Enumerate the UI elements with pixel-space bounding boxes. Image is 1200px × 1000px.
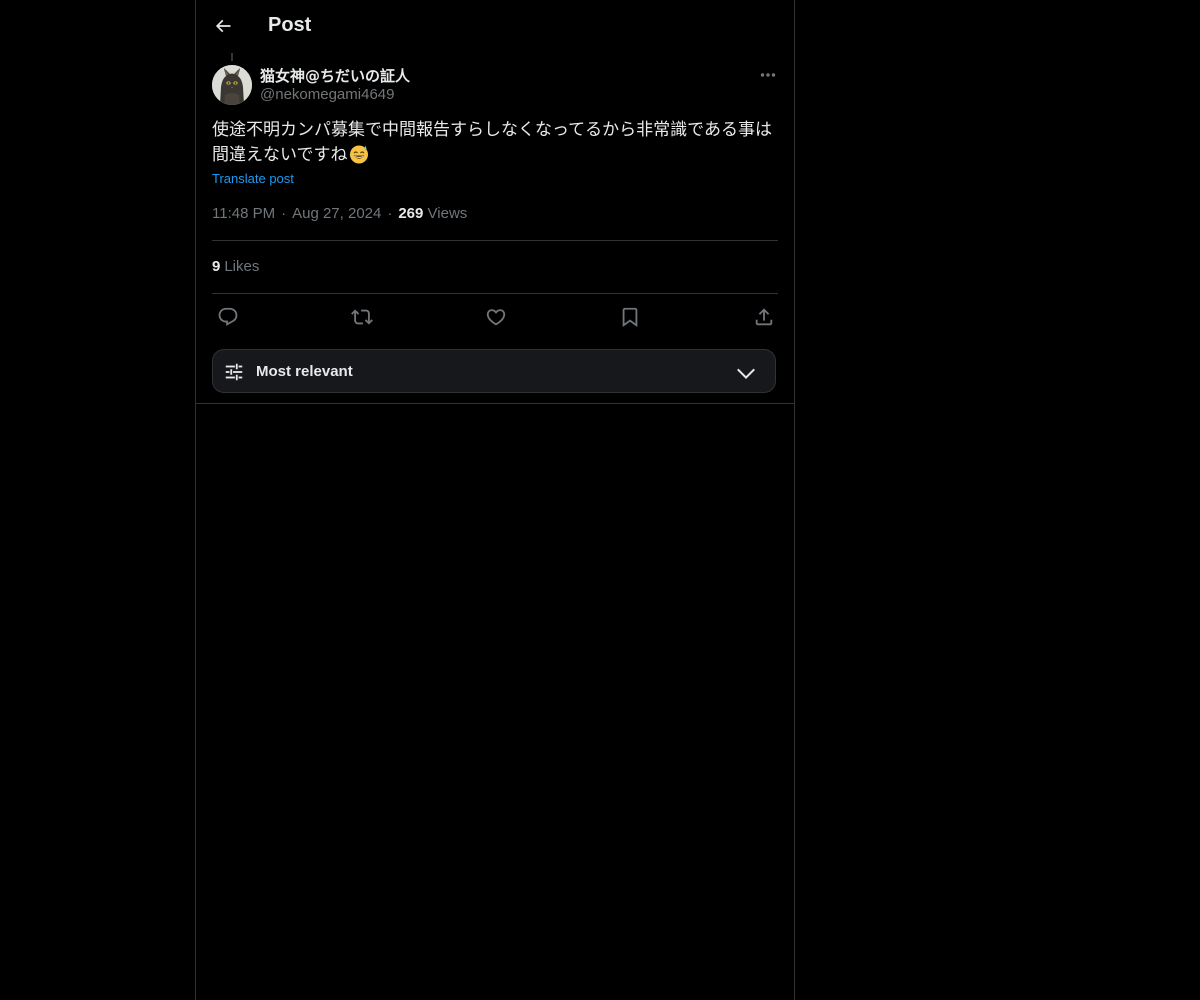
repost-button[interactable]	[350, 305, 374, 329]
meta-separator: ·	[281, 205, 287, 222]
author-handle[interactable]: @nekomegami4649	[260, 86, 394, 103]
section-divider	[196, 403, 794, 404]
likes-label: Likes	[224, 258, 260, 275]
cat-avatar	[212, 65, 252, 105]
bookmark-button[interactable]	[618, 305, 642, 329]
post-time[interactable]: 11:48 PM	[212, 205, 275, 222]
grinning-sweat-emoji	[349, 145, 368, 164]
post-meta: 11:48 PM · Aug 27, 2024 · 269 Views	[212, 205, 467, 222]
post-date[interactable]: Aug 27, 2024	[292, 205, 381, 222]
repost-icon	[351, 309, 373, 325]
sort-label: Most relevant	[256, 363, 353, 380]
divider	[212, 293, 778, 294]
like-icon	[486, 309, 506, 326]
chevron-down-icon	[737, 368, 755, 380]
translate-post-link[interactable]: Translate post	[212, 171, 294, 186]
share-icon	[755, 308, 773, 326]
reply-icon	[218, 307, 238, 326]
divider	[212, 240, 778, 241]
arrow-left-icon	[215, 19, 231, 33]
main-column: Post 猫女神@ちだいの証人 @nekomegami4649 使途不明カンパ募…	[195, 0, 795, 1000]
sort-replies-dropdown[interactable]: Most relevant	[212, 349, 776, 393]
avatar[interactable]	[212, 65, 252, 105]
post-body: 使途不明カンパ募集で中間報告すらしなくなってるから非常識である事は間違えないです…	[212, 120, 772, 165]
bookmark-icon	[622, 307, 638, 328]
author-name[interactable]: 猫女神@ちだいの証人	[260, 65, 410, 86]
views-label: Views	[427, 205, 468, 222]
likes-stat[interactable]: 9 Likes	[212, 258, 259, 275]
share-button[interactable]	[752, 305, 776, 329]
sliders-icon	[225, 363, 243, 381]
back-button[interactable]	[208, 11, 238, 41]
header: Post	[196, 0, 794, 53]
post-text: 使途不明カンパ募集で中間報告すらしなくなってるから非常識である事は間違えないです…	[212, 118, 778, 168]
likes-count: 9	[212, 258, 221, 275]
views-count: 269	[398, 205, 424, 222]
more-options-button[interactable]	[756, 64, 780, 86]
page-title: Post	[268, 14, 312, 36]
like-button[interactable]	[484, 305, 508, 329]
thread-line	[231, 53, 233, 61]
more-dots-icon	[760, 73, 776, 77]
reply-button[interactable]	[216, 305, 240, 329]
meta-separator: ·	[387, 205, 393, 222]
